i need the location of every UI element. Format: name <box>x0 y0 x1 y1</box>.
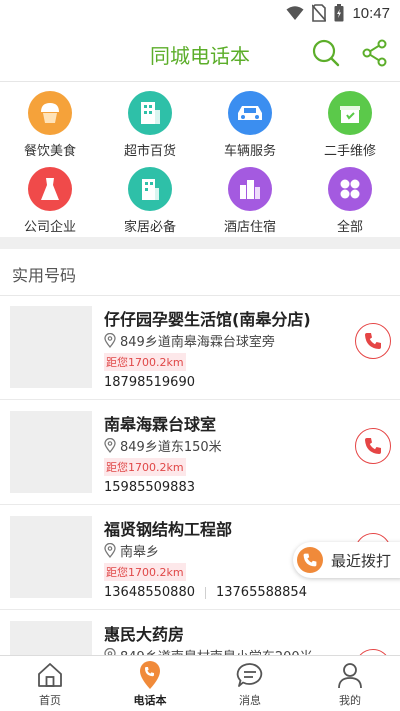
distance-badge: 距您1700.2km <box>104 563 186 581</box>
recent-calls-button[interactable]: 最近拨打 <box>293 542 400 578</box>
share-button[interactable] <box>360 38 390 68</box>
phone-number: 18798519690 <box>104 375 195 390</box>
listing-name: 惠民大药房 <box>104 625 185 644</box>
location-pin-icon <box>140 661 160 689</box>
call-button[interactable] <box>355 428 391 464</box>
nav-messages[interactable]: 消息 <box>200 656 300 711</box>
status-icons: 10:47 <box>286 4 390 22</box>
listing-name: 福贤钢结构工程部 <box>104 520 233 539</box>
listing-thumbnail <box>10 516 92 598</box>
nav-phonebook[interactable]: 电话本 <box>100 656 200 711</box>
category-home[interactable]: 家居必备 <box>100 163 200 239</box>
cupcake-icon <box>28 91 72 135</box>
listing-address-text: 849乡道东150米 <box>120 440 222 455</box>
nav-profile[interactable]: 我的 <box>300 656 400 711</box>
status-bar: 10:47 <box>0 0 400 28</box>
distance-badge: 距您1700.2km <box>104 458 186 476</box>
listing-thumbnail <box>10 411 92 493</box>
location-icon <box>104 333 116 348</box>
message-icon <box>236 663 263 687</box>
category-repair[interactable]: 二手维修 <box>300 87 400 163</box>
section-divider <box>0 237 400 249</box>
listing-name: 仔仔园孕婴生活馆(南皋分店) <box>104 310 311 329</box>
location-icon <box>104 438 116 453</box>
search-icon <box>312 39 340 67</box>
listing-address-text: 南皋乡 <box>120 545 160 560</box>
battery-icon <box>334 4 344 22</box>
category-label: 家居必备 <box>123 220 176 235</box>
app-header: 同城电话本 <box>0 28 400 82</box>
wifi-icon <box>286 6 304 20</box>
section-title: 实用号码 <box>12 266 77 285</box>
listing-phones: 13648550880 13765588854 <box>104 585 307 600</box>
phone-number[interactable]: 13648550880 <box>104 585 195 600</box>
category-supermarket[interactable]: 超市百货 <box>100 87 200 163</box>
grid-icon <box>328 167 372 211</box>
call-button[interactable] <box>355 323 391 359</box>
listing-phones: 15985509883 <box>104 480 195 495</box>
listing-item[interactable]: 南皋海霖台球室 849乡道东150米 距您1700.2km 1598550988… <box>0 401 400 505</box>
gift-box-icon <box>328 91 372 135</box>
listing-address-text: 849乡道南皋海霖台球室旁 <box>120 335 275 350</box>
nav-label: 我的 <box>339 694 361 707</box>
phone-number[interactable]: 13765588854 <box>216 585 307 600</box>
recent-calls-label: 最近拨打 <box>331 551 392 570</box>
category-label: 公司企业 <box>23 220 76 235</box>
phone-icon <box>365 438 381 454</box>
car-icon <box>228 91 272 135</box>
listing-item[interactable]: 仔仔园孕婴生活馆(南皋分店) 849乡道南皋海霖台球室旁 距您1700.2km … <box>0 296 400 400</box>
category-grid: 餐饮美食 超市百货 车辆服务 二手维修 公司企业 家居必备 酒店住宿 全部 <box>0 83 400 237</box>
category-label: 酒店住宿 <box>223 220 276 235</box>
category-company[interactable]: 公司企业 <box>0 163 100 239</box>
listing-name: 南皋海霖台球室 <box>104 415 217 434</box>
home-icon <box>38 663 62 687</box>
category-label: 二手维修 <box>323 144 376 159</box>
listing-address: 849乡道南皋海霖台球室旁 <box>104 331 275 350</box>
nav-home[interactable]: 首页 <box>0 656 100 711</box>
listing-thumbnail <box>10 306 92 388</box>
listing-address: 南皋乡 <box>104 541 159 560</box>
category-label: 全部 <box>336 220 363 235</box>
category-label: 餐饮美食 <box>23 144 76 159</box>
listing-address: 849乡道东150米 <box>104 436 222 455</box>
nav-label: 电话本 <box>133 694 167 707</box>
phone-number: 15985509883 <box>104 480 195 495</box>
search-button[interactable] <box>311 38 341 68</box>
nav-label: 消息 <box>239 694 261 707</box>
listing-phones: 18798519690 <box>104 375 195 390</box>
hotel-icon <box>228 167 272 211</box>
phone-separator <box>204 586 206 599</box>
profile-icon <box>338 663 362 689</box>
no-sim-icon <box>312 4 327 22</box>
share-icon <box>362 39 387 67</box>
apartment-icon <box>128 167 172 211</box>
building-icon <box>128 91 172 135</box>
category-all[interactable]: 全部 <box>300 163 400 239</box>
category-label: 车辆服务 <box>223 144 276 159</box>
status-time: 10:47 <box>352 4 390 22</box>
category-label: 超市百货 <box>123 144 176 159</box>
category-food[interactable]: 餐饮美食 <box>0 87 100 163</box>
category-vehicle[interactable]: 车辆服务 <box>200 87 300 163</box>
nav-label: 首页 <box>39 694 61 707</box>
dress-icon <box>28 167 72 211</box>
category-hotel[interactable]: 酒店住宿 <box>200 163 300 239</box>
location-icon <box>104 543 116 558</box>
distance-badge: 距您1700.2km <box>104 353 186 371</box>
phone-icon <box>297 547 323 573</box>
bottom-nav: 首页 电话本 消息 我的 <box>0 655 400 711</box>
phone-icon <box>365 333 381 349</box>
